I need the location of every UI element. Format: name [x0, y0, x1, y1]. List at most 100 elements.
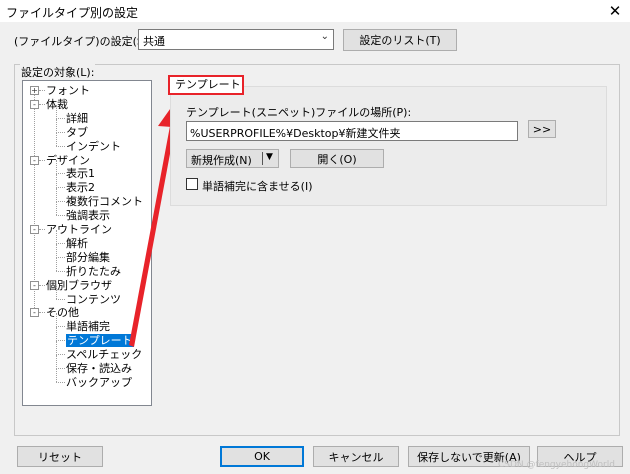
- chevron-down-icon: ⌄: [320, 31, 329, 42]
- tree-item[interactable]: フォント: [46, 84, 90, 97]
- tree-connector: [56, 229, 57, 244]
- word-completion-checkbox[interactable]: [186, 178, 198, 190]
- collapse-icon[interactable]: -: [30, 308, 39, 318]
- tree-item[interactable]: 部分編集: [66, 251, 110, 264]
- browse-button[interactable]: >>: [528, 120, 556, 138]
- tree-connector: [56, 117, 65, 119]
- tree-item-label: バックアップ: [66, 375, 132, 389]
- tree-connector: [56, 354, 65, 356]
- tree-connector: [56, 368, 57, 382]
- tree-connector: [56, 145, 65, 147]
- tree-item[interactable]: インデント: [66, 140, 121, 153]
- tree-item-label: 強調表示: [66, 209, 110, 223]
- tree-connector: [56, 104, 57, 119]
- close-icon[interactable]: ✕: [600, 0, 630, 22]
- tree-connector: [56, 341, 57, 355]
- tree-connector: [56, 174, 57, 189]
- tree-connector: [34, 90, 35, 313]
- title-bar: ファイルタイプ別の設定 ✕: [0, 0, 630, 22]
- tree-connector: [39, 103, 45, 105]
- filetype-label: (ファイルタイプ)の設定(S):: [14, 35, 152, 48]
- settings-list-button[interactable]: 設定のリスト(T): [343, 29, 457, 51]
- new-split-button[interactable]: 新規作成(N) ▼: [186, 149, 279, 168]
- collapse-icon[interactable]: -: [30, 155, 39, 165]
- tree-item-label: 部分編集: [66, 250, 110, 264]
- tree-item-label: その他: [46, 306, 79, 320]
- tree-item[interactable]: 強調表示: [66, 209, 110, 222]
- tree-connector: [56, 355, 57, 369]
- tree-connector: [56, 132, 57, 146]
- tree-connector: [56, 327, 57, 342]
- cancel-button[interactable]: キャンセル: [313, 446, 399, 467]
- split-divider: [262, 152, 263, 165]
- tree-item[interactable]: その他: [46, 306, 79, 319]
- open-button[interactable]: 開く(O): [290, 149, 384, 168]
- tree-item[interactable]: 体裁: [46, 98, 68, 111]
- tree-connector: [56, 173, 65, 175]
- tree-connector: [56, 381, 65, 383]
- tree-connector: [56, 256, 65, 258]
- tree-item-label: 解析: [66, 236, 88, 250]
- collapse-icon[interactable]: -: [30, 280, 39, 290]
- tree-item[interactable]: デザイン: [46, 154, 90, 167]
- tree-item-label: 表示1: [66, 167, 95, 181]
- tree-item-label: 詳細: [66, 111, 88, 125]
- tree-item-label: インデント: [66, 139, 121, 153]
- tree-connector: [56, 160, 57, 175]
- tree-item[interactable]: タブ: [66, 126, 88, 139]
- tree-connector: [56, 215, 65, 217]
- checkbox-label: 単語補完に含ませる(I): [202, 180, 313, 193]
- tree-connector: [56, 242, 65, 244]
- tree-item[interactable]: コンテンツ: [66, 293, 121, 306]
- filetype-selected-value: 共通: [143, 35, 165, 48]
- tree-connector: [56, 285, 57, 299]
- tree-item[interactable]: 解析: [66, 237, 88, 250]
- tree-item-label: タブ: [66, 125, 88, 139]
- location-label: テンプレート(スニペット)ファイルの場所(P):: [186, 106, 412, 119]
- tree-connector: [39, 159, 45, 161]
- tree-item[interactable]: 保存・読込み: [66, 362, 132, 375]
- collapse-icon[interactable]: -: [30, 99, 39, 109]
- tree-item[interactable]: 表示1: [66, 167, 95, 180]
- tree-connector: [56, 187, 65, 189]
- tree-connector: [56, 270, 65, 272]
- tree-item[interactable]: バックアップ: [66, 376, 132, 389]
- tree-item-label: コンテンツ: [66, 292, 121, 306]
- tree-item-label: 体裁: [46, 97, 68, 111]
- tree-item-label: 単語補完: [66, 320, 110, 334]
- tree-connector: [56, 298, 65, 300]
- tree-connector: [39, 312, 45, 314]
- tree-connector: [56, 368, 65, 369]
- collapse-icon[interactable]: -: [30, 225, 39, 234]
- tree-connector: [39, 284, 45, 286]
- tree-item[interactable]: 単語補完: [66, 320, 110, 333]
- tree-item[interactable]: テンプレート: [66, 334, 134, 348]
- window-title: ファイルタイプ別の設定: [6, 6, 139, 20]
- tree-item[interactable]: 折りたたみ: [66, 265, 121, 278]
- tree-connector: [56, 188, 57, 203]
- tree-item-label: 保存・読込み: [66, 362, 132, 375]
- reset-button[interactable]: リセット: [17, 446, 103, 467]
- tree-item[interactable]: 複数行コメント: [66, 195, 143, 208]
- tree-connector: [56, 243, 57, 258]
- tree-item-label: デザイン: [46, 153, 90, 167]
- tree-item[interactable]: 詳細: [66, 112, 88, 125]
- tree-connector: [56, 340, 65, 342]
- tree-connector: [39, 229, 45, 230]
- tree-connector: [56, 131, 65, 133]
- tree-item[interactable]: 表示2: [66, 181, 95, 194]
- ok-button[interactable]: OK: [220, 446, 304, 467]
- tree-item-label: 表示2: [66, 181, 95, 195]
- dropdown-arrow-icon[interactable]: ▼: [266, 152, 273, 162]
- tree-connector: [39, 90, 45, 91]
- target-label: 設定の対象(L):: [20, 64, 96, 80]
- settings-tree[interactable]: + フォント - 体裁 詳細 タブ インデント - デザイン 表示1 表示2 複数行コメント 強調表示 -…: [22, 80, 152, 406]
- template-path-input[interactable]: %USERPROFILE%¥Desktop¥新建文件夹: [186, 121, 518, 141]
- tree-item[interactable]: スペルチェック: [66, 348, 142, 361]
- expand-icon[interactable]: +: [30, 86, 39, 95]
- tree-connector: [56, 313, 57, 328]
- tree-item-label: フォント: [46, 84, 90, 97]
- tree-item-label: 複数行コメント: [66, 195, 143, 209]
- filetype-select[interactable]: 共通 ⌄: [138, 29, 334, 50]
- tree-item-label: 折りたたみ: [66, 264, 121, 278]
